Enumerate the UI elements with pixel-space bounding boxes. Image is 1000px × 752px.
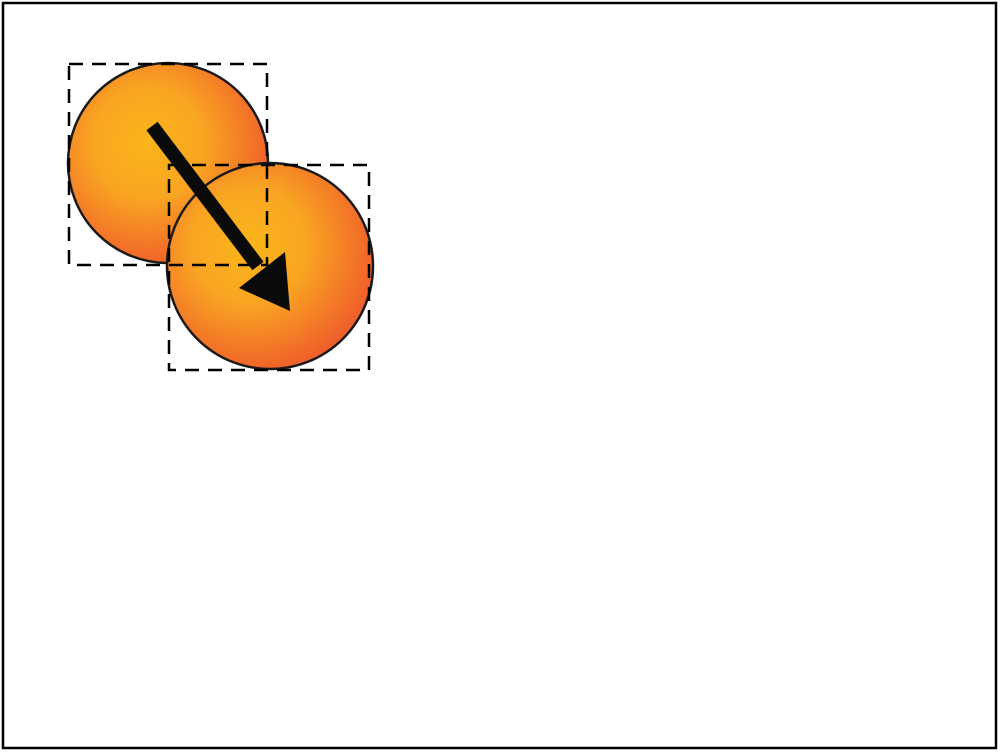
motion-diagram [1, 1, 998, 750]
diagram-canvas [0, 0, 1000, 752]
